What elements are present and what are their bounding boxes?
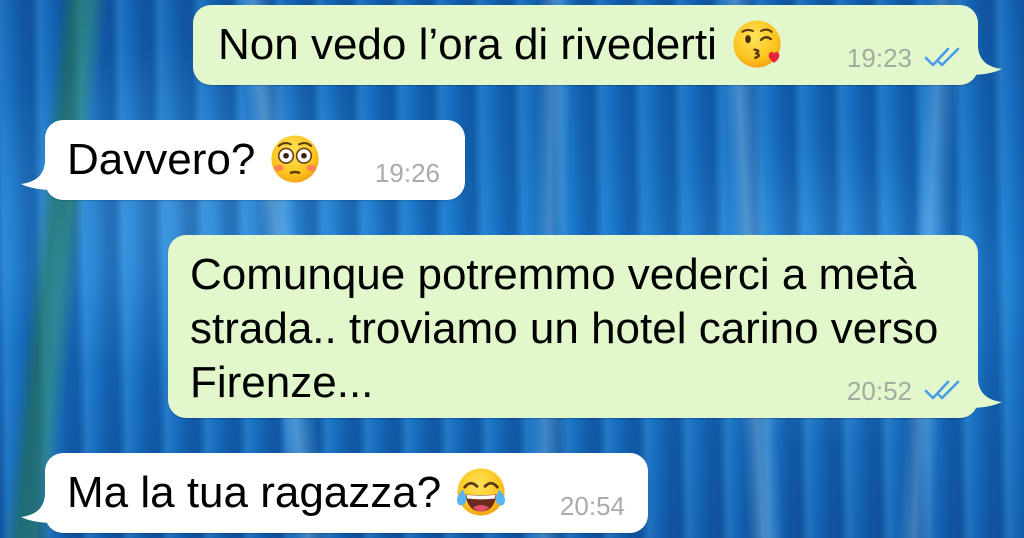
message-text: Non vedo l’ora di rivederti: [218, 18, 955, 72]
face-blowing-a-kiss-icon: [733, 20, 781, 68]
message-time: 19:23: [846, 43, 912, 73]
message-bubble-incoming[interactable]: Ma la tua ragazza? 20:54: [21, 453, 648, 533]
bubble-tail: [21, 162, 53, 190]
double-check-read-icon: [924, 47, 960, 67]
message-bubble-outgoing[interactable]: Comunque potremmo vederci a metà strada.…: [168, 235, 1002, 418]
message-text-content: Non vedo l’ora di rivederti: [218, 20, 717, 69]
message-bubble-outgoing[interactable]: Non vedo l’ora di rivederti 19:23: [193, 5, 1002, 85]
bubble-tail: [970, 380, 1002, 408]
message-time: 20:52: [846, 376, 912, 406]
face-with-tears-of-joy-icon: [457, 468, 506, 516]
bubble-tail: [21, 495, 53, 523]
message-bubble-incoming[interactable]: Davvero? 19:26: [21, 120, 465, 200]
message-text-content: Ma la tua ragazza?: [67, 468, 442, 517]
double-check-read-icon: [924, 380, 960, 400]
bubble-tail: [970, 47, 1002, 75]
message-text-content: Davvero?: [67, 135, 256, 184]
message-text: Ma la tua ragazza?: [67, 466, 625, 520]
flushed-face-icon: [271, 135, 319, 183]
message-time: 20:54: [559, 491, 625, 521]
message-text-content: Comunque potremmo vederci a metà strada.…: [190, 250, 939, 407]
message-time: 19:26: [374, 158, 440, 188]
